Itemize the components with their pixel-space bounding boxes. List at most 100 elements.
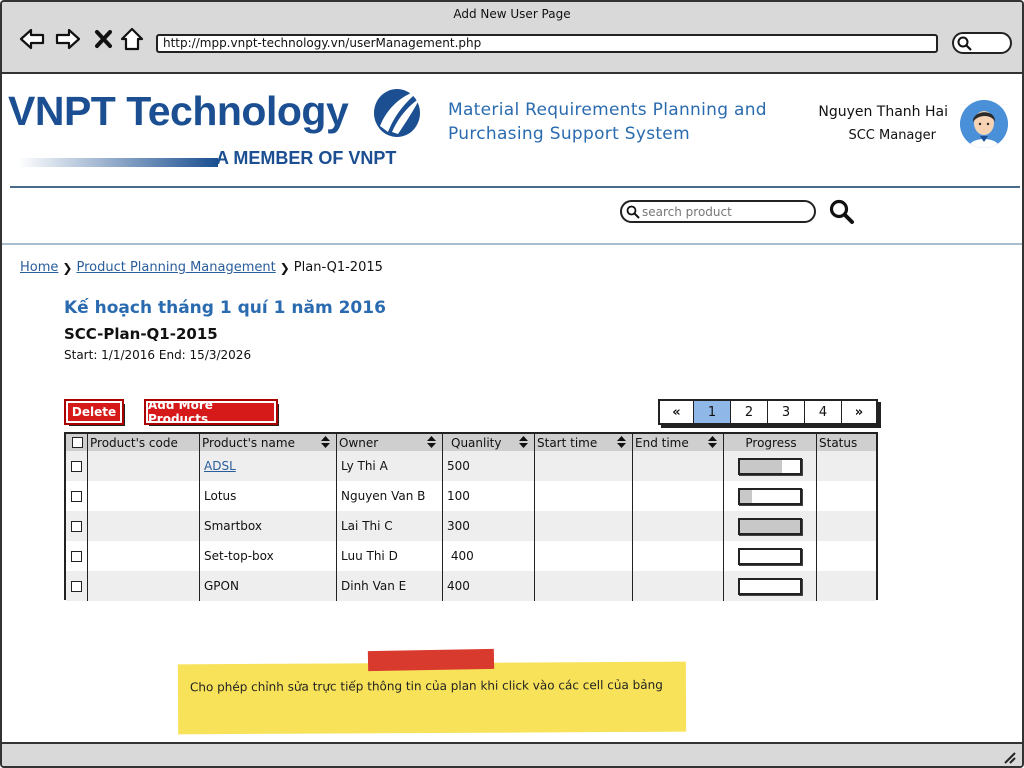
add-more-products-button[interactable]: Add More Products bbox=[144, 398, 278, 426]
table-row[interactable]: Smartbox Lai Thi C 300 bbox=[66, 511, 876, 541]
product-name-cell[interactable]: ADSL bbox=[200, 451, 337, 481]
row-checkbox[interactable] bbox=[71, 490, 82, 502]
search-button-icon[interactable] bbox=[828, 198, 856, 226]
progress-cell bbox=[724, 571, 817, 601]
chevron-right-icon: ❯ bbox=[62, 260, 73, 275]
row-checkbox[interactable] bbox=[71, 460, 82, 472]
end-time-cell[interactable] bbox=[633, 541, 724, 571]
start-time-cell[interactable] bbox=[535, 511, 633, 541]
product-code-cell[interactable] bbox=[88, 481, 200, 511]
column-header-name[interactable]: Product's name bbox=[200, 434, 337, 451]
window-title: Add New User Page bbox=[453, 7, 571, 21]
progress-bar bbox=[738, 547, 802, 565]
quantity-cell[interactable]: 400 bbox=[443, 541, 535, 571]
product-code-cell[interactable] bbox=[88, 451, 200, 481]
breadcrumb-parent[interactable]: Product Planning Management bbox=[76, 260, 275, 275]
sort-icon[interactable] bbox=[617, 436, 626, 448]
pagination-page-4[interactable]: 4 bbox=[805, 401, 842, 423]
status-cell[interactable] bbox=[817, 511, 876, 541]
search-icon bbox=[957, 36, 972, 51]
pagination-page-1[interactable]: 1 bbox=[694, 401, 731, 423]
forward-arrow-icon[interactable] bbox=[54, 26, 82, 52]
pagination-page-3[interactable]: 3 bbox=[768, 401, 805, 423]
url-bar[interactable]: http://mpp.vnpt-technology.vn/userManage… bbox=[156, 34, 938, 53]
resize-handle-icon[interactable] bbox=[1002, 750, 1016, 764]
sort-icon[interactable] bbox=[427, 436, 436, 448]
browser-search-field[interactable] bbox=[952, 32, 1012, 54]
table-row[interactable]: Set-top-box Luu Thi D 400 bbox=[66, 541, 876, 571]
owner-cell[interactable]: Ly Thi A bbox=[337, 451, 443, 481]
product-name-cell[interactable]: Set-top-box bbox=[200, 541, 337, 571]
status-cell[interactable] bbox=[817, 451, 876, 481]
owner-cell[interactable]: Dinh Van E bbox=[337, 571, 443, 601]
progress-fill bbox=[740, 519, 800, 533]
sort-icon[interactable] bbox=[321, 436, 330, 448]
search-product-field[interactable] bbox=[620, 200, 816, 223]
owner-cell[interactable]: Luu Thi D bbox=[337, 541, 443, 571]
end-time-cell[interactable] bbox=[633, 481, 724, 511]
home-icon[interactable] bbox=[118, 26, 146, 52]
select-all-checkbox[interactable] bbox=[72, 437, 83, 448]
product-code-cell[interactable] bbox=[88, 541, 200, 571]
quantity-cell[interactable]: 400 bbox=[443, 571, 535, 601]
row-checkbox-cell bbox=[66, 511, 88, 541]
pagination-prev[interactable]: « bbox=[660, 401, 694, 423]
pagination-next[interactable]: » bbox=[842, 401, 876, 423]
owner-cell[interactable]: Lai Thi C bbox=[337, 511, 443, 541]
row-checkbox[interactable] bbox=[71, 520, 82, 532]
start-time-cell[interactable] bbox=[535, 481, 633, 511]
logo-underline bbox=[18, 158, 218, 167]
chevron-right-icon: ❯ bbox=[279, 260, 290, 275]
product-name-link[interactable]: ADSL bbox=[204, 459, 236, 473]
column-header-progress[interactable]: Progress bbox=[724, 434, 817, 451]
owner-cell[interactable]: Nguyen Van B bbox=[337, 481, 443, 511]
product-name-cell[interactable]: Smartbox bbox=[200, 511, 337, 541]
row-checkbox-cell bbox=[66, 571, 88, 601]
plan-dates: Start: 1/1/2016 End: 15/3/2026 bbox=[64, 348, 252, 362]
search-input[interactable] bbox=[642, 203, 810, 220]
table-row[interactable]: Lotus Nguyen Van B 100 bbox=[66, 481, 876, 511]
column-header-quantity[interactable]: Quanlity bbox=[443, 434, 535, 451]
avatar[interactable] bbox=[960, 100, 1008, 148]
column-header-owner[interactable]: Owner bbox=[337, 434, 443, 451]
quantity-cell[interactable]: 500 bbox=[443, 451, 535, 481]
end-time-cell[interactable] bbox=[633, 511, 724, 541]
column-header-start-time[interactable]: Start time bbox=[535, 434, 633, 451]
column-header-code[interactable]: Product's code bbox=[88, 434, 200, 451]
end-time-cell[interactable] bbox=[633, 451, 724, 481]
product-code-cell[interactable] bbox=[88, 511, 200, 541]
status-cell[interactable] bbox=[817, 541, 876, 571]
product-name-cell[interactable]: GPON bbox=[200, 571, 337, 601]
row-checkbox[interactable] bbox=[71, 550, 82, 562]
end-time-cell[interactable] bbox=[633, 571, 724, 601]
sort-icon[interactable] bbox=[519, 436, 528, 448]
back-arrow-icon[interactable] bbox=[18, 26, 46, 52]
user-name[interactable]: Nguyen Thanh Hai bbox=[782, 104, 948, 120]
column-header-status[interactable]: Status bbox=[817, 434, 876, 451]
column-header-label: Progress bbox=[745, 435, 797, 450]
search-icon bbox=[626, 205, 640, 219]
browser-chrome: Add New User Page http://mpp.vnpt-techno… bbox=[2, 2, 1022, 74]
start-time-cell[interactable] bbox=[535, 451, 633, 481]
sticky-note-tape bbox=[367, 648, 495, 672]
quantity-cell[interactable]: 300 bbox=[443, 511, 535, 541]
delete-button[interactable]: Delete bbox=[64, 399, 124, 425]
breadcrumb: Home ❯ Product Planning Management ❯ Pla… bbox=[20, 260, 383, 275]
vnpt-logo[interactable]: VNPT Technology A MEMBER OF VNPT bbox=[8, 88, 428, 170]
product-name-cell[interactable]: Lotus bbox=[200, 481, 337, 511]
progress-cell bbox=[724, 451, 817, 481]
quantity-cell[interactable]: 100 bbox=[443, 481, 535, 511]
start-time-cell[interactable] bbox=[535, 571, 633, 601]
product-code-cell[interactable] bbox=[88, 571, 200, 601]
status-cell[interactable] bbox=[817, 481, 876, 511]
status-cell[interactable] bbox=[817, 571, 876, 601]
row-checkbox[interactable] bbox=[71, 580, 82, 592]
table-row[interactable]: ADSL Ly Thi A 500 bbox=[66, 451, 876, 481]
close-icon[interactable] bbox=[90, 26, 118, 52]
sort-icon[interactable] bbox=[708, 436, 717, 448]
breadcrumb-home[interactable]: Home bbox=[20, 260, 58, 275]
table-row[interactable]: GPON Dinh Van E 400 bbox=[66, 571, 876, 601]
column-header-end-time[interactable]: End time bbox=[633, 434, 724, 451]
start-time-cell[interactable] bbox=[535, 541, 633, 571]
pagination-page-2[interactable]: 2 bbox=[731, 401, 768, 423]
